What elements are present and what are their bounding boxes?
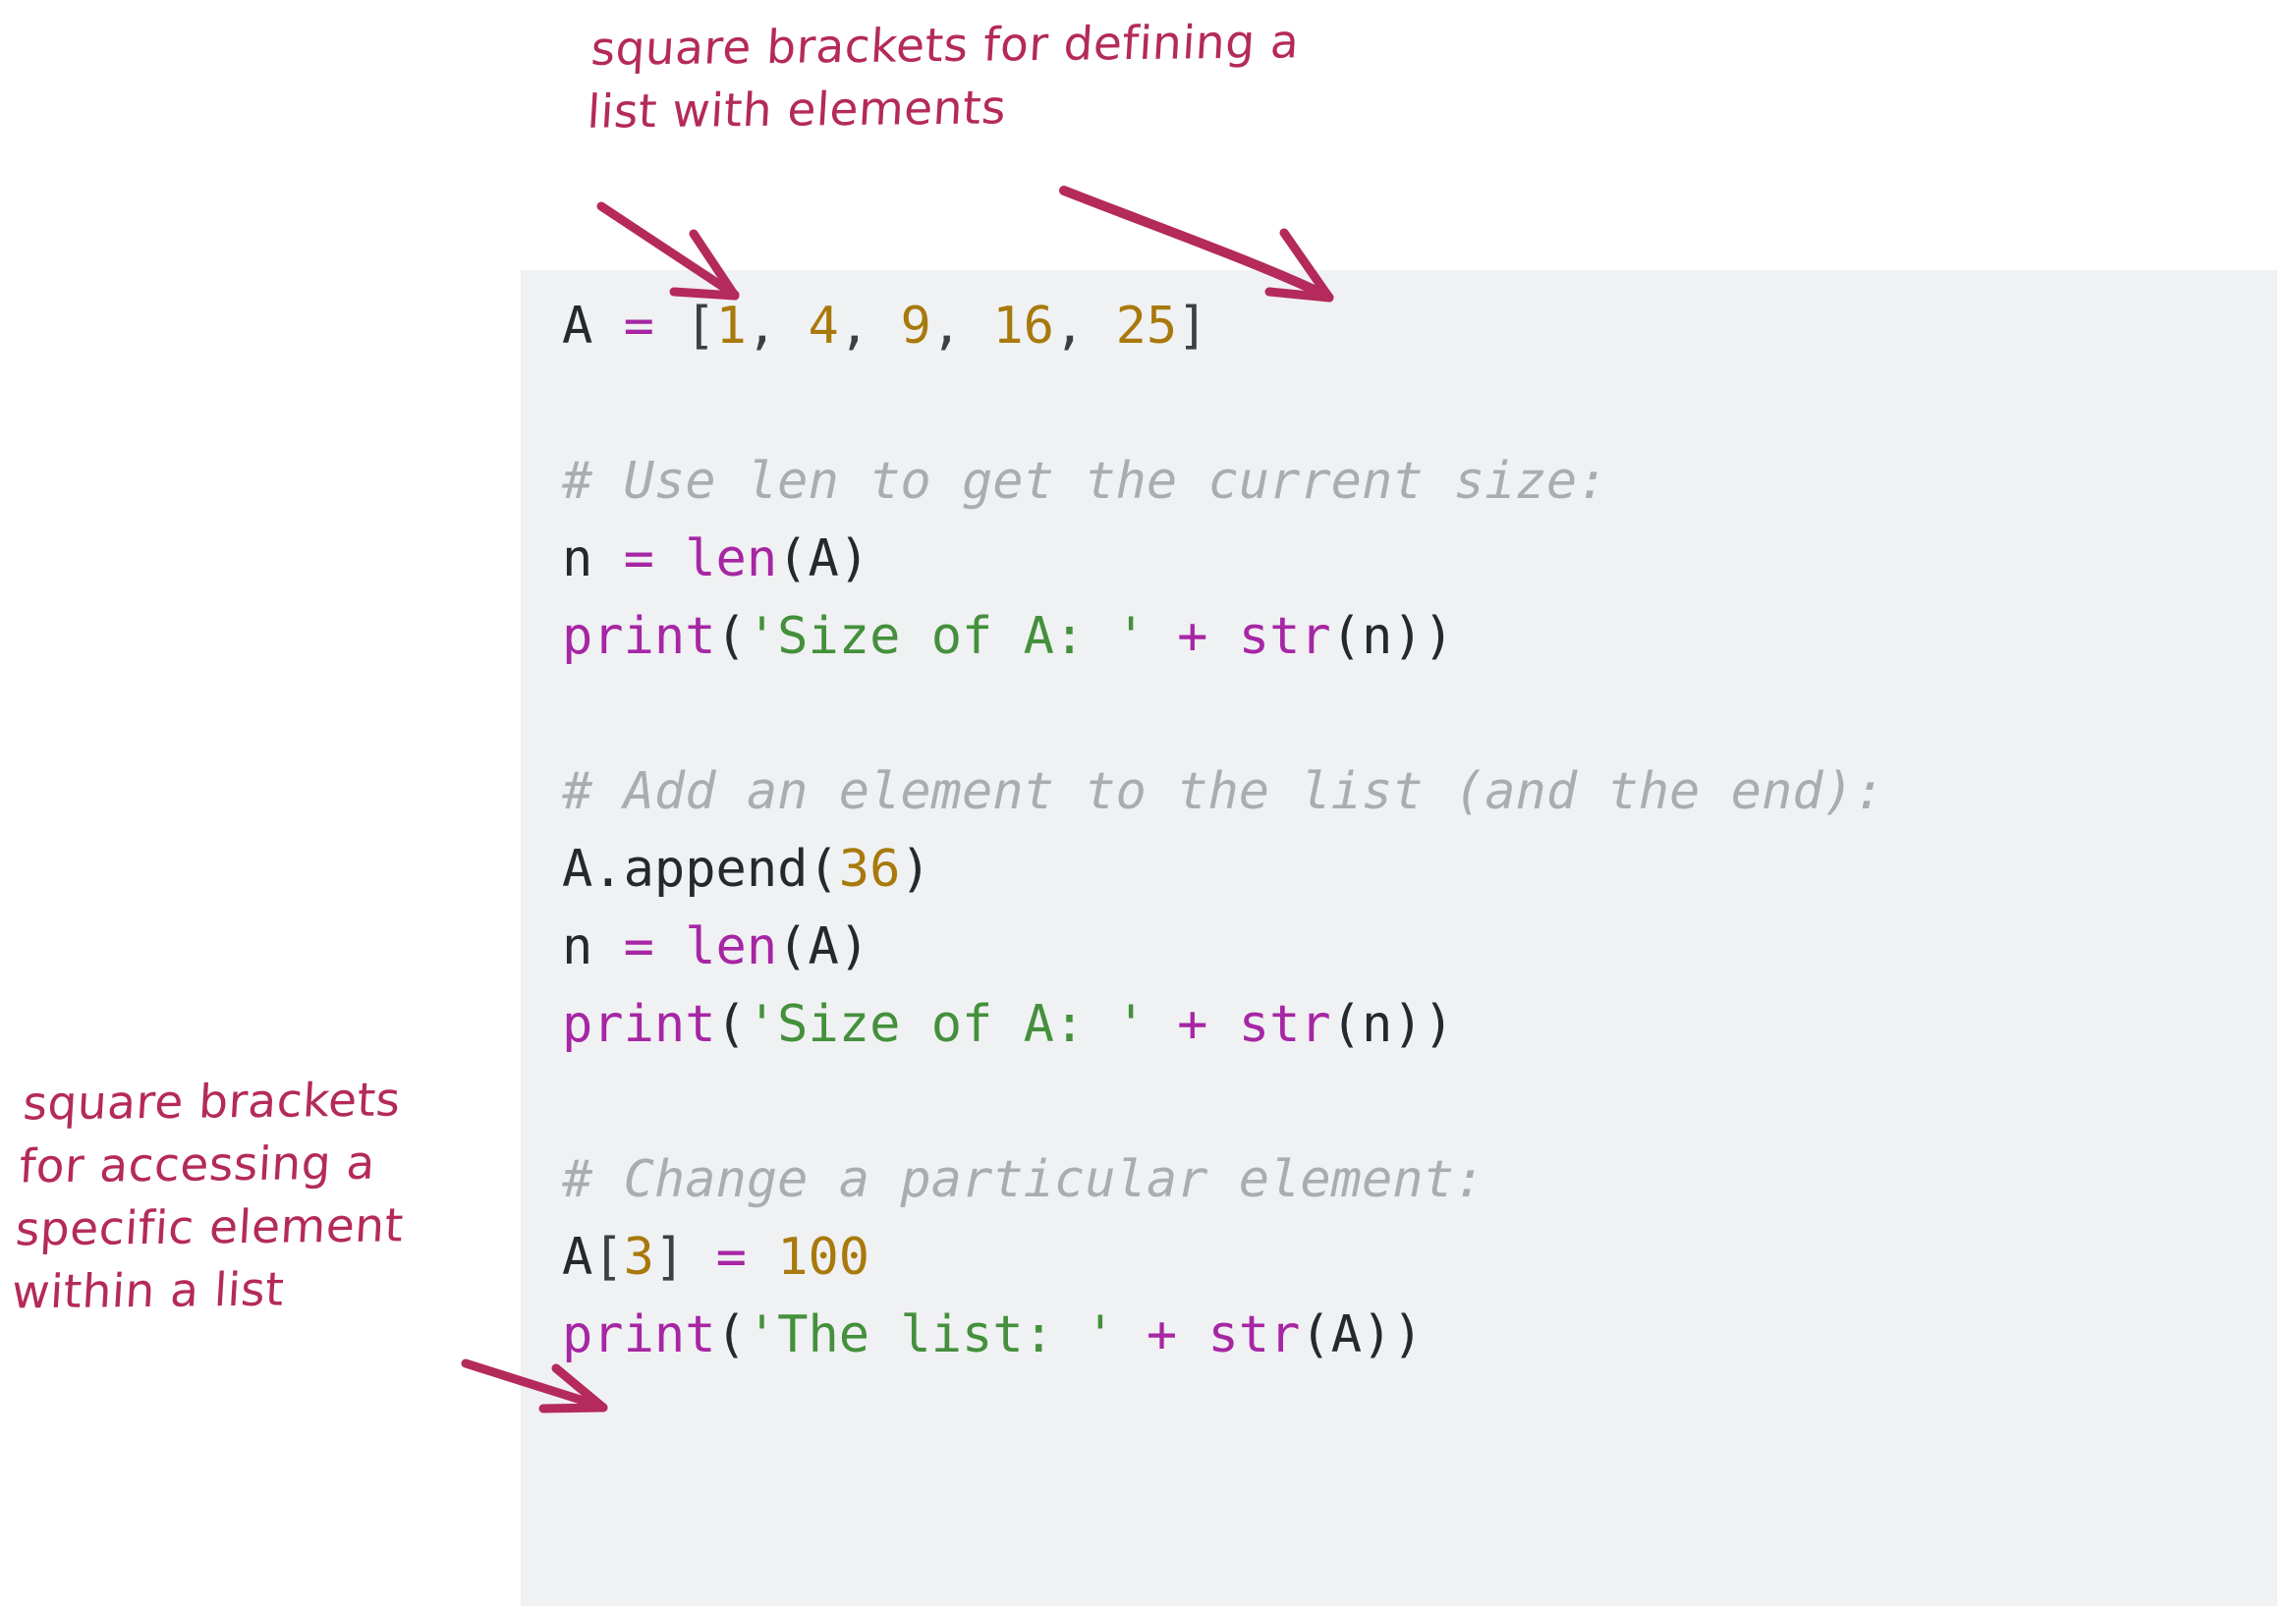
- open-paren: (: [715, 995, 747, 1054]
- code-block: A = [1, 4, 9, 16, 25] # Use len to get t…: [521, 270, 2277, 1606]
- code-line-comment-change: # Change a particular element:: [562, 1141, 2277, 1219]
- call-args: (A): [777, 917, 870, 976]
- call-args: (n)): [1330, 607, 1454, 666]
- comma: ,: [838, 297, 901, 356]
- plus-operator: +: [1146, 607, 1239, 666]
- equals-operator: =: [623, 297, 654, 356]
- builtin-str: str: [1238, 995, 1331, 1054]
- string-literal: 'Size of A: ': [746, 607, 1147, 666]
- method-append: A.append: [562, 840, 809, 899]
- plus-operator: +: [1115, 1305, 1208, 1364]
- code-line-n-len-2: n = len(A): [562, 909, 2277, 986]
- equals-operator: =: [623, 917, 654, 976]
- index-value: 3: [623, 1228, 654, 1287]
- builtin-str: str: [1238, 607, 1331, 666]
- close-square-bracket: ]: [1177, 297, 1208, 356]
- list-number-4: 16: [992, 297, 1054, 356]
- assigned-value: 100: [777, 1228, 870, 1287]
- open-square-bracket: [: [592, 1228, 624, 1287]
- annotation-accessing-element: square brackets for accessing a specific…: [10, 1073, 406, 1320]
- variable-n: n: [562, 529, 593, 588]
- code-line-print-list: print('The list: ' + str(A)): [562, 1297, 2277, 1374]
- open-paren: (: [715, 607, 747, 666]
- open-paren: (: [808, 840, 839, 899]
- comma: ,: [1054, 297, 1116, 356]
- variable-n: n: [562, 917, 593, 976]
- code-line-print-size-2: print('Size of A: ' + str(n)): [562, 986, 2277, 1064]
- list-number-3: 9: [900, 297, 931, 356]
- comma: ,: [930, 297, 993, 356]
- equals-operator: =: [715, 1228, 747, 1287]
- builtin-str: str: [1207, 1305, 1301, 1364]
- list-number-5: 25: [1115, 297, 1178, 356]
- call-args: (A)): [1300, 1305, 1424, 1364]
- annotation-defining-list: square brackets for defining a list with…: [586, 15, 1302, 139]
- list-number-1: 1: [715, 297, 747, 356]
- variable-A: A: [562, 1228, 593, 1287]
- builtin-len: len: [685, 917, 778, 976]
- open-square-bracket: [: [685, 297, 716, 356]
- code-line-index-assign: A[3] = 100: [562, 1219, 2277, 1297]
- comment-change-element: # Change a particular element:: [562, 1150, 1485, 1209]
- comment-use-len: # Use len to get the current size:: [562, 452, 1608, 511]
- call-args: (A): [777, 529, 870, 588]
- comma: ,: [746, 297, 809, 356]
- code-line-n-len: n = len(A): [562, 521, 2277, 598]
- comment-add-element: # Add an element to the list (and the en…: [562, 762, 1885, 821]
- variable-A: A: [562, 297, 593, 356]
- equals-operator: =: [623, 529, 654, 588]
- builtin-print: print: [562, 1305, 716, 1364]
- code-line-assignment: A = [1, 4, 9, 16, 25]: [562, 288, 2277, 365]
- append-argument: 36: [838, 840, 901, 899]
- code-line-append: A.append(36): [562, 831, 2277, 909]
- list-number-2: 4: [808, 297, 839, 356]
- code-line-comment-add: # Add an element to the list (and the en…: [562, 753, 2277, 831]
- builtin-print: print: [562, 995, 716, 1054]
- close-paren: ): [900, 840, 931, 899]
- string-literal: 'Size of A: ': [746, 995, 1147, 1054]
- builtin-print: print: [562, 607, 716, 666]
- code-line-print-size-1: print('Size of A: ' + str(n)): [562, 598, 2277, 676]
- code-line-comment-len: # Use len to get the current size:: [562, 443, 2277, 521]
- open-paren: (: [715, 1305, 747, 1364]
- call-args: (n)): [1330, 995, 1454, 1054]
- close-square-bracket: ]: [653, 1228, 686, 1287]
- string-literal: 'The list: ': [746, 1305, 1116, 1364]
- plus-operator: +: [1146, 995, 1239, 1054]
- builtin-len: len: [685, 529, 778, 588]
